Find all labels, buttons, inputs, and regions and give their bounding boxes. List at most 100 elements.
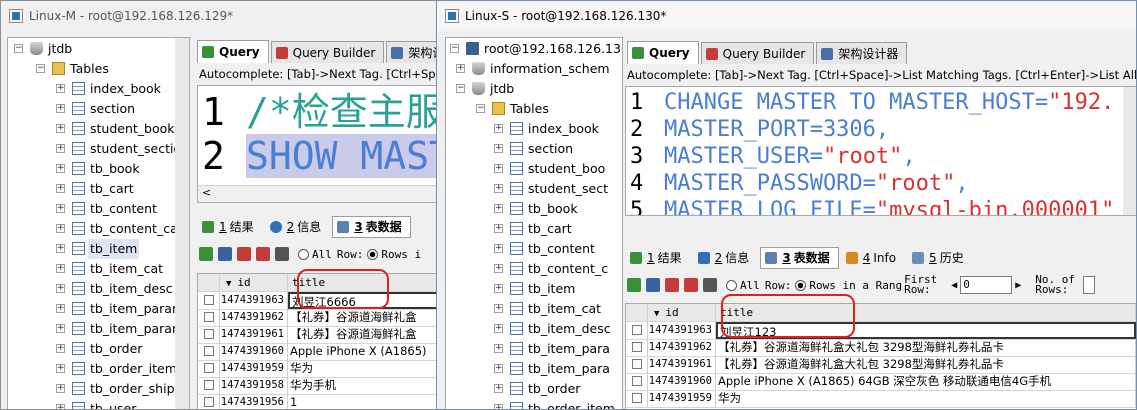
- left-object-browser[interactable]: − jtdb − Tables + index_book + section + student_…: [7, 37, 190, 409]
- cell-title[interactable]: 【礼券】谷源道海鲜礼盒大礼包 3298型海鲜礼券礼品卡: [716, 356, 1136, 373]
- cell-id[interactable]: 1474391956: [220, 394, 288, 409]
- table-row[interactable]: 1474391961 【礼券】谷源道海鲜礼盒: [198, 326, 439, 344]
- tab-result[interactable]: 1 结果: [625, 247, 691, 269]
- expand-icon[interactable]: +: [494, 364, 503, 373]
- expand-icon[interactable]: +: [56, 104, 65, 113]
- cell-title[interactable]: Apple iPhone X (A1865): [288, 343, 438, 360]
- row-checkbox[interactable]: [204, 295, 214, 305]
- expand-icon[interactable]: +: [56, 284, 65, 293]
- tab-schema-designer[interactable]: 架构设: [386, 41, 439, 63]
- row-select-cell[interactable]: [198, 360, 220, 377]
- cell-title[interactable]: 华为: [288, 360, 438, 377]
- cancel-icon[interactable]: [256, 247, 270, 261]
- expand-icon[interactable]: +: [494, 404, 503, 409]
- row-checkbox[interactable]: [204, 380, 214, 390]
- row-checkbox[interactable]: [632, 393, 642, 403]
- right-data-grid[interactable]: ▼ id title 1474391963 刘昱江123 1474391962 【礼券】谷源…: [625, 303, 1136, 409]
- expand-icon[interactable]: +: [494, 344, 503, 353]
- tab-info-2[interactable]: 4 Info: [841, 247, 905, 269]
- expand-icon[interactable]: +: [56, 324, 65, 333]
- left-sql-editor[interactable]: 1 /*检查主服 2 SHOW MAST <: [197, 85, 439, 203]
- no-of-rows-input[interactable]: [1083, 276, 1096, 294]
- cell-title[interactable]: 【礼券】谷源道海鲜礼盒: [288, 326, 438, 343]
- cell-id[interactable]: 1474391959: [648, 390, 716, 407]
- table-row[interactable]: 1474391959 华为: [198, 360, 439, 378]
- cell-id[interactable]: 1474391962: [648, 339, 716, 356]
- table-row[interactable]: 1474391960 Apple iPhone X (A1865): [198, 343, 439, 361]
- expand-icon[interactable]: +: [494, 304, 503, 313]
- collapse-icon[interactable]: −: [36, 64, 45, 73]
- expand-icon[interactable]: +: [494, 384, 503, 393]
- delete-row-icon[interactable]: [665, 278, 679, 292]
- tab-table-data[interactable]: 3 表数据: [332, 216, 411, 238]
- table-row[interactable]: 1474391958 华为手机: [198, 377, 439, 395]
- cell-title[interactable]: 华为手机: [288, 377, 438, 394]
- column-header-id[interactable]: ▼ id: [220, 274, 288, 291]
- delete-row-icon[interactable]: [237, 247, 251, 261]
- expand-icon[interactable]: +: [56, 344, 65, 353]
- row-checkbox[interactable]: [204, 329, 214, 339]
- expand-icon[interactable]: +: [56, 404, 65, 409]
- collapse-icon[interactable]: −: [14, 44, 23, 53]
- tab-query[interactable]: Query: [197, 40, 269, 63]
- cell-title[interactable]: 1: [288, 394, 438, 409]
- collapse-icon[interactable]: −: [456, 84, 465, 93]
- cell-id[interactable]: 1474391961: [220, 326, 288, 343]
- row-select-cell[interactable]: [198, 292, 220, 309]
- row-select-cell[interactable]: [626, 390, 648, 407]
- cell-id[interactable]: 1474391963: [220, 292, 288, 309]
- expand-icon[interactable]: +: [56, 244, 65, 253]
- row-checkbox[interactable]: [632, 359, 642, 369]
- cell-title[interactable]: 【礼券】谷源道海鲜礼盒大礼包 3298型海鲜礼券礼品卡: [716, 339, 1136, 356]
- expand-icon[interactable]: +: [56, 384, 65, 393]
- cell-id[interactable]: 1474391962: [220, 309, 288, 326]
- tree-vscroll[interactable]: [175, 38, 189, 409]
- row-select-cell[interactable]: [198, 309, 220, 326]
- tab-table-data[interactable]: 3 表数据: [760, 247, 839, 269]
- cell-id[interactable]: 1474391963: [648, 322, 716, 339]
- collapse-icon[interactable]: −: [476, 104, 485, 113]
- expand-icon[interactable]: +: [494, 264, 503, 273]
- expand-icon[interactable]: +: [56, 224, 65, 233]
- row-checkbox[interactable]: [204, 363, 214, 373]
- table-row[interactable]: 1474391961 【礼券】谷源道海鲜礼盒大礼包 3298型海鲜礼券礼品卡: [626, 356, 1136, 374]
- row-select-cell[interactable]: [198, 377, 220, 394]
- tab-query[interactable]: Query: [627, 41, 699, 64]
- expand-icon[interactable]: +: [56, 364, 65, 373]
- radio-all[interactable]: [726, 279, 737, 291]
- cell-title[interactable]: 华为: [716, 390, 1136, 407]
- tab-result[interactable]: 1 结果: [197, 216, 263, 238]
- table-row[interactable]: 1474391962 【礼券】谷源道海鲜礼盒: [198, 309, 439, 327]
- table-row[interactable]: 1474391959 华为: [626, 390, 1136, 408]
- row-checkbox[interactable]: [204, 312, 214, 322]
- expand-icon[interactable]: +: [494, 324, 503, 333]
- tab-info[interactable]: 2 信息: [693, 247, 759, 269]
- collapse-icon[interactable]: −: [450, 44, 459, 53]
- tab-query-builder[interactable]: Query Builder: [270, 41, 385, 63]
- insert-row-icon[interactable]: [627, 278, 641, 292]
- cell-id[interactable]: 1474391958: [220, 377, 288, 394]
- radio-rows-in-range[interactable]: [795, 279, 807, 291]
- expand-icon[interactable]: +: [494, 124, 503, 133]
- row-select-cell[interactable]: [626, 322, 648, 339]
- tab-query-builder[interactable]: Query Builder: [700, 42, 815, 64]
- cancel-icon[interactable]: [684, 278, 698, 292]
- expand-icon[interactable]: +: [494, 284, 503, 293]
- row-checkbox[interactable]: [632, 325, 642, 335]
- expand-icon[interactable]: +: [494, 184, 503, 193]
- cell-id[interactable]: 1474391961: [648, 356, 716, 373]
- insert-row-icon[interactable]: [199, 247, 213, 261]
- row-select-cell[interactable]: [198, 343, 220, 360]
- right-sql-editor[interactable]: 1 CHANGE MASTER TO MASTER_HOST="192. 2 MAST…: [625, 86, 1136, 216]
- column-header-id[interactable]: ▼ id: [648, 304, 716, 321]
- first-row-input[interactable]: 0: [960, 276, 1013, 294]
- expand-icon[interactable]: +: [56, 84, 65, 93]
- save-icon[interactable]: [646, 278, 660, 292]
- table-row[interactable]: 1474391962 【礼券】谷源道海鲜礼盒大礼包 3298型海鲜礼券礼品卡: [626, 339, 1136, 357]
- expand-icon[interactable]: +: [494, 164, 503, 173]
- editor-vscroll[interactable]: [1123, 87, 1136, 215]
- expand-icon[interactable]: +: [56, 204, 65, 213]
- expand-icon[interactable]: +: [494, 204, 503, 213]
- save-icon[interactable]: [218, 247, 232, 261]
- expand-icon[interactable]: +: [56, 304, 65, 313]
